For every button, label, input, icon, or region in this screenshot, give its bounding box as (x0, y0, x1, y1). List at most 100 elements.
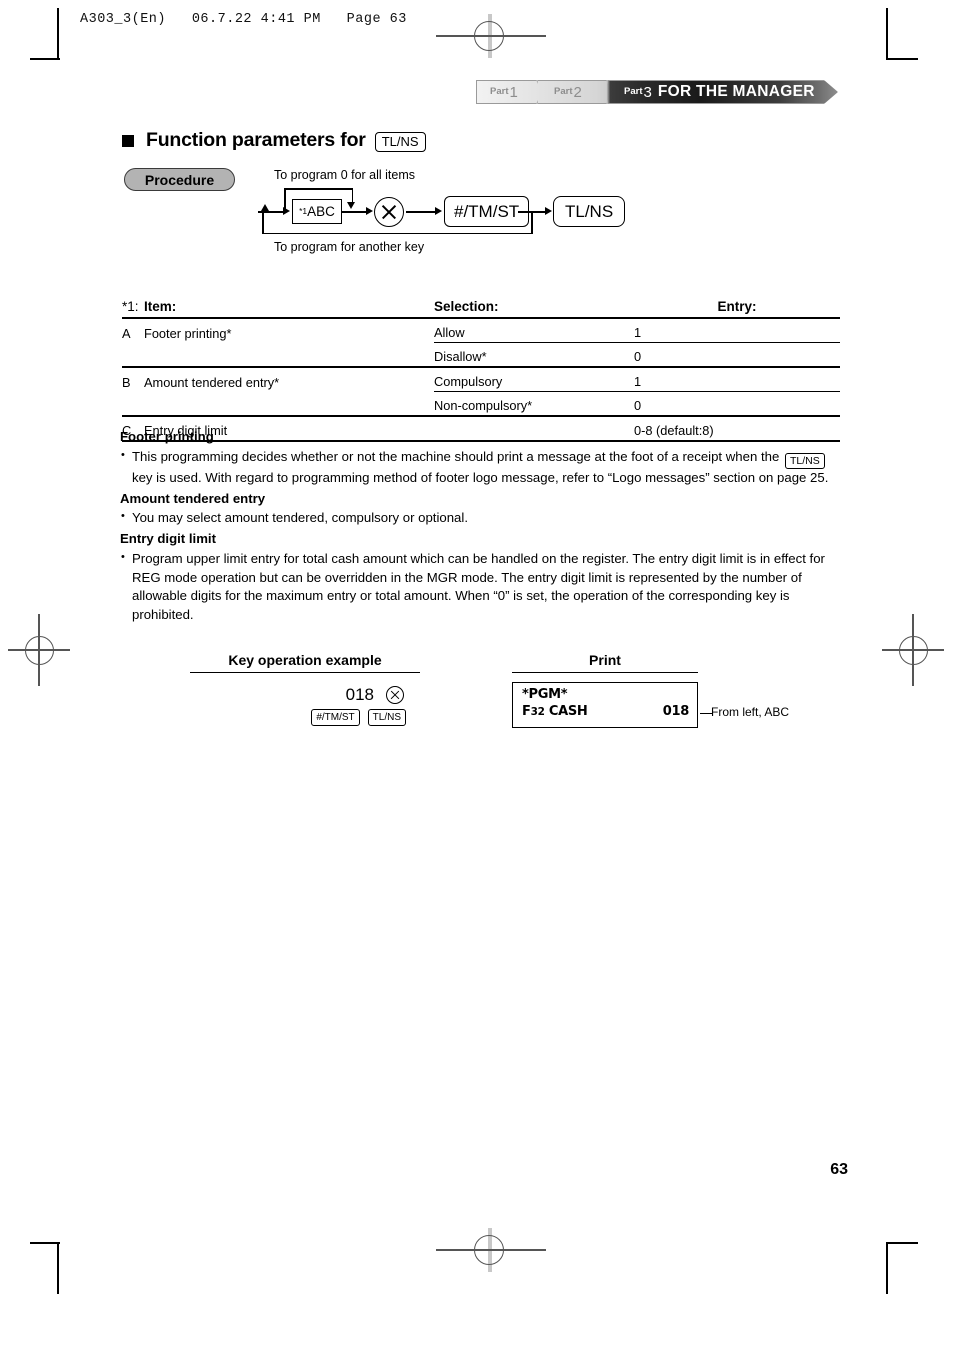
table-row: Disallow* 0 (122, 342, 840, 368)
row-3-letter (122, 391, 144, 417)
page-number: 63 (830, 1161, 848, 1178)
entry-digit-limit-paragraph: Program upper limit entry for total cash… (120, 550, 842, 625)
flow-line-loop-down (531, 211, 533, 234)
row-1-selection: Disallow* (434, 342, 634, 368)
procedure-badge: Procedure (124, 168, 235, 191)
flow-line-loop-bottom (262, 232, 532, 235)
row-0-entry: 1 (634, 318, 840, 343)
example-number: 018 (345, 685, 374, 704)
banner-part-1-number: 1 (509, 83, 518, 101)
table-header-selection: Selection: (434, 299, 634, 319)
flow-caption-top: To program 0 for all items (274, 168, 416, 182)
footer-printing-paragraph: This programming decides whether or not … (120, 448, 842, 488)
crop-mark-left-top-h (30, 58, 60, 60)
crop-mark-left-bottom (57, 1242, 59, 1294)
key-operation-example-heading: Key operation example (190, 652, 420, 673)
key-tlns-inline-icon: TL/NS (784, 452, 825, 469)
entry-digit-limit-heading: Entry digit limit (120, 531, 216, 547)
registration-mark-bottom (436, 1228, 546, 1272)
example-key-tlns: TL/NS (367, 709, 406, 726)
row-1-letter (122, 342, 144, 368)
receipt-line-2: F32 CASH (522, 704, 588, 721)
flow-abc-text: ABC (307, 203, 335, 219)
table-header-entry: Entry: (634, 299, 840, 319)
banner-part-2: Part 2 (554, 80, 582, 104)
row-3-entry: 0 (634, 391, 840, 417)
receipt-annotation: From left, ABC (711, 705, 790, 719)
print-sample-block: Print *PGM* F32 CASH 018 (512, 652, 698, 728)
parameters-table: *1: Item: Selection: Entry: A Footer pri… (122, 299, 840, 442)
square-bullet-icon (122, 134, 134, 147)
section-heading-text: Function parameters for (146, 129, 366, 151)
row-2-letter: B (122, 374, 131, 390)
table-row: Non-compulsory* 0 (122, 391, 840, 417)
file-header-line: A303_3(En) 06.7.22 4:41 PM Page 63 (80, 12, 407, 27)
banner-part-1-label: Part (490, 86, 509, 98)
flow-line-x-to-tm (406, 211, 436, 213)
banner-part-2-number: 2 (573, 83, 582, 101)
banner-part-3-label: Part (624, 86, 643, 98)
key-operation-example-row: 018 #/TM/ST TL/NS (190, 673, 420, 733)
banner-title: FOR THE MANAGER (657, 83, 815, 101)
crop-mark-right-bottom-h (886, 1242, 918, 1244)
row-1-item (144, 342, 434, 368)
row-2-selection: Compulsory (434, 367, 634, 392)
row-3-item (144, 391, 434, 417)
crop-mark-left-bottom-h (30, 1242, 60, 1244)
table-row: B Amount tendered entry* Compulsory 1 (122, 367, 840, 392)
flow-arrow-bypass-down (347, 202, 355, 209)
receipt-line-2-b: CASH (548, 703, 588, 719)
flow-key-tlns: TL/NS (553, 196, 626, 227)
example-keys: #/TM/ST TL/NS (311, 709, 406, 726)
flow-line-abc-to-x (342, 211, 368, 213)
example-multiply-icon (386, 686, 404, 704)
footer-printing-text-a: This programming decides whether or not … (132, 448, 780, 464)
registration-mark-top (436, 14, 546, 58)
registration-mark-left (8, 614, 70, 686)
crop-mark-right-bottom (886, 1242, 888, 1294)
flow-abc-box: *1 ABC (292, 199, 342, 224)
flow-line-bypass-top (284, 188, 353, 190)
row-2-item: Amount tendered entry* (144, 374, 280, 390)
row-0-selection: Allow (434, 318, 634, 343)
receipt-line-2-small: 32 (530, 705, 545, 718)
flow-line-loop-up (262, 211, 264, 234)
body-content: Footer printing This programming decides… (120, 428, 842, 627)
footer-printing-text-b: key is used. With regard to programming … (132, 469, 829, 485)
flow-arrow-to-tm (435, 207, 442, 215)
receipt-line-1: *PGM* (522, 687, 568, 702)
table-note-marker: *1: (122, 299, 144, 319)
flow-arrow-to-x (366, 207, 373, 215)
crop-mark-left-top (57, 8, 59, 60)
banner-part-3-number: 3 (643, 83, 652, 101)
row-0-letter: A (122, 325, 131, 341)
receipt-text: *PGM* F32 CASH (522, 687, 588, 720)
flow-arrow-loopback-up (261, 204, 269, 211)
amount-tendered-paragraph: You may select amount tendered, compulso… (120, 509, 842, 528)
row-2-entry: 1 (634, 367, 840, 392)
receipt-line-2-a: F (522, 703, 531, 719)
banner-part-1: Part 1 (490, 80, 518, 104)
key-tlns-icon: TL/NS (374, 131, 426, 152)
section-heading: Function parameters for TL/NS (122, 129, 426, 152)
flow-multiply-icon (374, 197, 404, 227)
row-3-selection: Non-compulsory* (434, 391, 634, 417)
print-heading: Print (512, 652, 698, 673)
banner-part-3: Part 3 FOR THE MANAGER (624, 80, 815, 104)
table-header-row: *1: Item: Selection: Entry: (122, 299, 840, 319)
banner-part-2-label: Part (554, 86, 573, 98)
example-key-tmst: #/TM/ST (311, 709, 360, 726)
flow-key-tmst: #/TM/ST (444, 196, 530, 227)
table-row: A Footer printing* Allow 1 (122, 318, 840, 343)
amount-tendered-heading: Amount tendered entry (120, 490, 266, 506)
receipt-image: *PGM* F32 CASH 018 (512, 682, 698, 728)
flow-abc-sup: *1 (299, 206, 308, 217)
row-1-entry: 0 (634, 342, 840, 368)
part-banner: Part 1 Part 2 Part 3 FOR THE MANAGER (476, 80, 838, 104)
procedure-flow-diagram: To program 0 for all items To program fo… (250, 168, 650, 260)
flow-caption-bottom: To program for another key (274, 240, 425, 254)
registration-mark-right (882, 614, 944, 686)
crop-mark-right-top (886, 8, 888, 60)
key-operation-example-block: Key operation example 018 #/TM/ST TL/NS (190, 652, 420, 733)
receipt-value: 018 (662, 704, 690, 719)
